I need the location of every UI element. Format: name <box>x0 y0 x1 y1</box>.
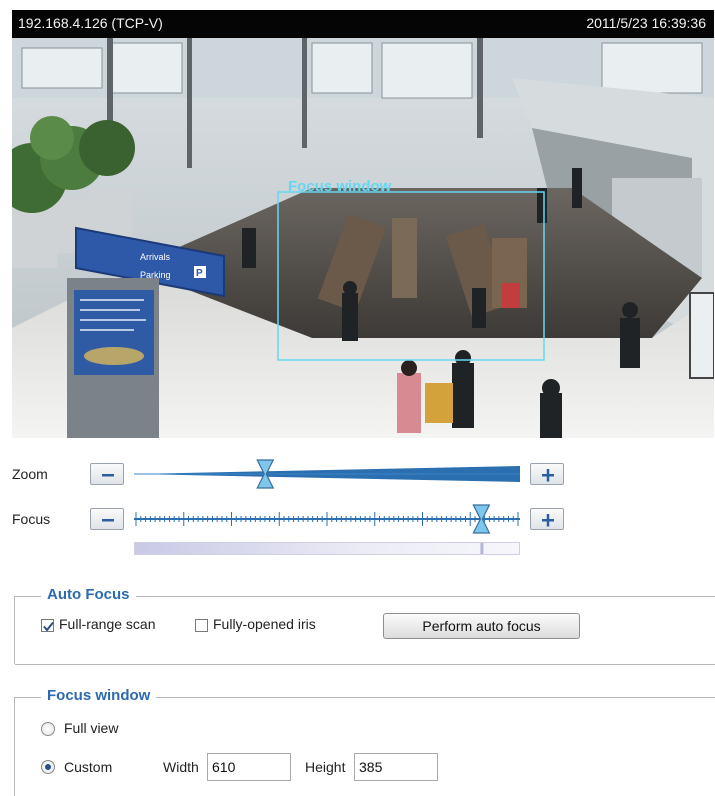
live-video-viewer[interactable]: 192.168.4.126 (TCP-V) 2011/5/23 16:39:36 <box>12 10 714 438</box>
focus-near-button[interactable] <box>90 508 124 530</box>
camera-image: Arrivals Parking P Focus window <box>12 38 714 438</box>
full-view-radio[interactable] <box>41 722 55 736</box>
plus-icon <box>542 514 554 527</box>
full-range-scan-label: Full-range scan <box>59 616 156 632</box>
zoom-in-button[interactable] <box>530 463 564 485</box>
svg-text:P: P <box>196 268 203 279</box>
fully-opened-iris-label: Fully-opened iris <box>213 616 316 632</box>
focus-value-indicator <box>134 542 520 555</box>
focus-window-legend: Focus window <box>41 687 157 704</box>
auto-focus-legend: Auto Focus <box>41 586 136 603</box>
zoom-out-button[interactable] <box>90 463 124 485</box>
focus-window-overlay-label: Focus window <box>288 178 392 195</box>
minus-icon <box>102 474 114 477</box>
focus-label: Focus <box>12 511 51 527</box>
height-input[interactable] <box>354 753 438 781</box>
arrivals-sign-text: Arrivals <box>140 252 171 262</box>
height-label: Height <box>305 759 346 775</box>
camera-address-label: 192.168.4.126 (TCP-V) <box>18 15 163 31</box>
checkmark-icon <box>43 621 54 632</box>
focus-slider[interactable] <box>134 503 520 535</box>
minus-icon <box>102 519 114 522</box>
auto-focus-group: Auto Focus Full-range scan Fully-opened … <box>14 586 715 665</box>
width-input[interactable] <box>207 753 291 781</box>
perform-auto-focus-button[interactable]: Perform auto focus <box>383 613 580 639</box>
video-status-bar: 192.168.4.126 (TCP-V) 2011/5/23 16:39:36 <box>12 10 714 38</box>
full-range-scan-checkbox[interactable] <box>41 619 54 632</box>
zoom-label: Zoom <box>12 466 48 482</box>
full-view-label: Full view <box>64 720 119 736</box>
custom-label: Custom <box>64 759 113 775</box>
focus-far-button[interactable] <box>530 508 564 530</box>
fully-opened-iris-checkbox[interactable] <box>195 619 208 632</box>
directory-kiosk <box>67 278 159 438</box>
zoom-slider[interactable] <box>134 458 520 490</box>
timestamp-label: 2011/5/23 16:39:36 <box>586 15 706 31</box>
focus-window-group: Focus window Full view Custom Width Heig… <box>14 687 715 796</box>
custom-radio[interactable] <box>41 760 55 774</box>
width-label: Width <box>163 759 199 775</box>
plus-icon <box>542 469 554 482</box>
